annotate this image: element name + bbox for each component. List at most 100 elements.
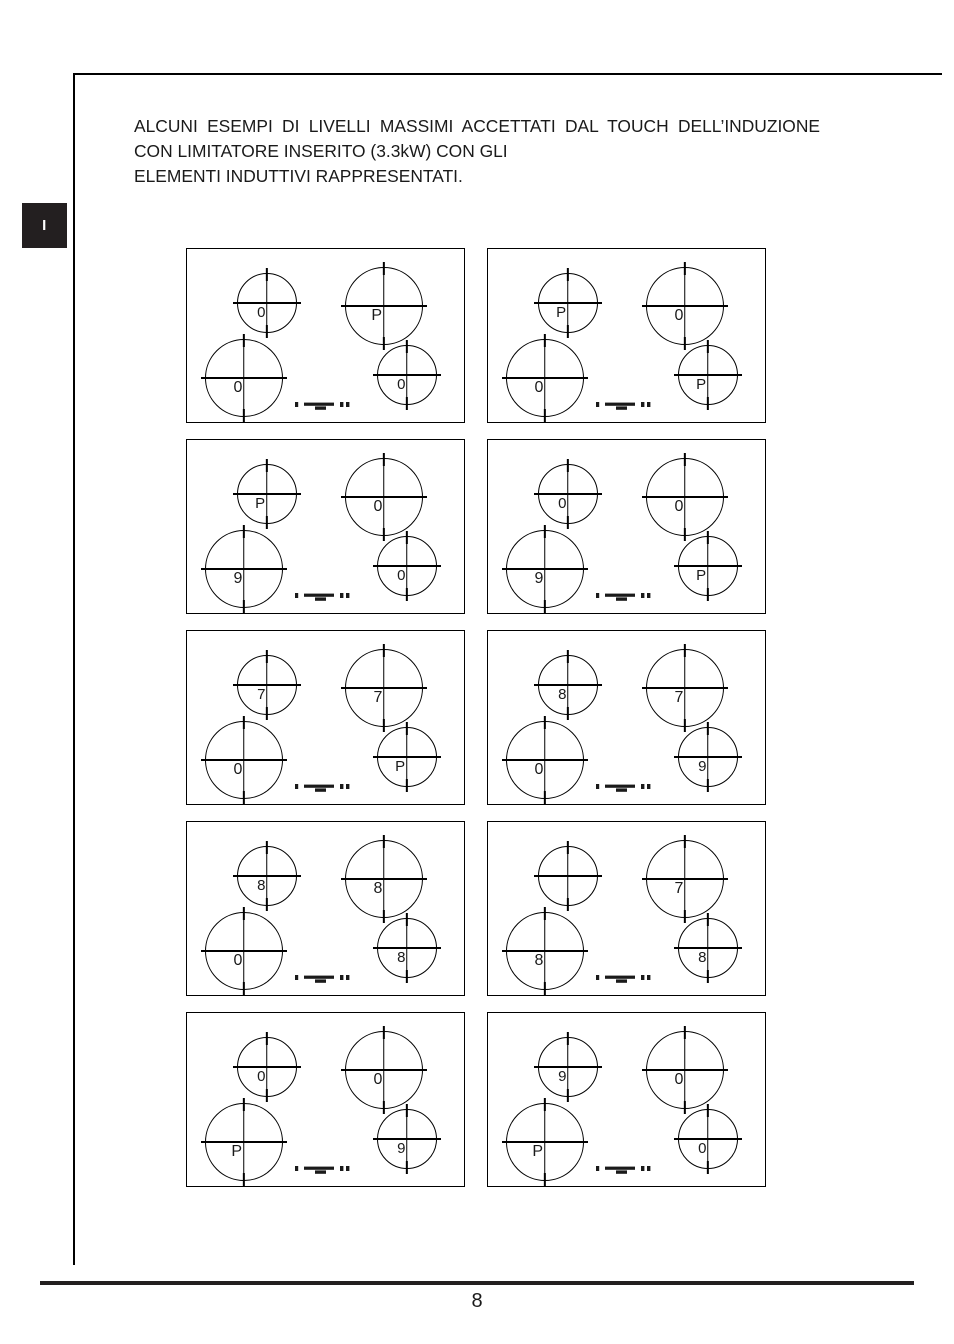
zone-tick-bottom <box>566 325 569 338</box>
zone-tick-bottom <box>242 409 245 422</box>
cooking-zone-bottom-right: 9 <box>674 722 742 792</box>
cooking-zone-bottom-left: P <box>201 1098 287 1186</box>
zone-tick-bottom <box>543 409 546 422</box>
zone-tick-bottom <box>405 970 408 983</box>
zone-tick-top <box>566 268 569 281</box>
zone-tick-bottom <box>566 898 569 911</box>
zone-tick-bottom <box>566 707 569 720</box>
zone-level-label: 0 <box>534 379 544 396</box>
touch-control-strip <box>294 591 357 604</box>
zone-tick-top <box>382 1026 385 1039</box>
zone-tick-bottom <box>706 1161 709 1174</box>
zone-tick-top <box>543 907 546 920</box>
zone-tick-top <box>706 340 709 353</box>
zone-level-label: 7 <box>257 686 266 703</box>
cooking-zone-bottom-left: 0 <box>502 716 588 804</box>
cooking-zone-top-left: P <box>534 268 602 338</box>
language-tab-label: I <box>42 217 47 234</box>
zone-tick-top <box>543 334 546 347</box>
zone-tick-top <box>265 650 268 663</box>
zone-tick-top <box>405 340 408 353</box>
zone-tick-top <box>566 650 569 663</box>
zone-tick-bottom <box>405 588 408 601</box>
hob-diagram-panel-10: 9 0 P 0 <box>487 1012 766 1187</box>
hob-example-row: 0 P 0 0 P 0 0 P <box>186 248 766 423</box>
heading-line-1: ALCUNI ESEMPI DI LIVELLI MASSIMI ACCETTA… <box>134 116 669 136</box>
cooking-zone-top-right: 0 <box>642 1026 728 1114</box>
cooking-zone-bottom-left: 0 <box>502 334 588 422</box>
language-tab: I <box>22 203 67 248</box>
zone-tick-top <box>566 1032 569 1045</box>
zone-tick-bottom <box>706 779 709 792</box>
cooking-zone-bottom-right: 0 <box>373 531 441 601</box>
cooking-zone-bottom-left: 0 <box>201 907 287 995</box>
touch-control-strip <box>595 782 658 795</box>
zone-level-label: 0 <box>397 376 406 393</box>
zone-level-label: 0 <box>233 952 243 969</box>
cooking-zone-top-right: 8 <box>341 835 427 923</box>
touch-control-strip <box>294 1164 357 1177</box>
hob-example-row: 8 8 0 8 7 8 8 <box>186 821 766 996</box>
zone-level-label: 9 <box>558 1068 567 1085</box>
hob-diagram-panel-5: 7 7 0 P <box>186 630 465 805</box>
zone-tick-top <box>242 525 245 538</box>
cooking-zone-top-left: 0 <box>233 268 301 338</box>
cooking-zone-top-right: 7 <box>642 644 728 732</box>
zone-level-label: P <box>395 758 406 775</box>
zone-tick-top <box>242 334 245 347</box>
touch-control-strip <box>294 973 357 986</box>
page-number: 8 <box>471 1290 483 1312</box>
cooking-zone-bottom-right: P <box>674 531 742 601</box>
zone-tick-top <box>706 531 709 544</box>
zone-level-label: 8 <box>397 949 406 966</box>
cooking-zone-top-left: 0 <box>233 1032 301 1102</box>
hob-example-grid: 0 P 0 0 P 0 0 P P 0 9 0 0 0 9 P 7 7 0 P 8 7 0 9 8 8 0 8 7 8 8 0 0 P 9 9 0 P 0 <box>186 248 766 1203</box>
cooking-zone-bottom-right: P <box>373 722 441 792</box>
cooking-zone-bottom-right: P <box>674 340 742 410</box>
hob-diagram-panel-4: 0 0 9 P <box>487 439 766 614</box>
cooking-zone-top-left: 7 <box>233 650 301 720</box>
zone-tick-top <box>242 716 245 729</box>
zone-level-label: 0 <box>373 498 383 515</box>
zone-level-label: 7 <box>373 689 383 706</box>
cooking-zone-top-right: 7 <box>642 835 728 923</box>
zone-tick-bottom <box>265 707 268 720</box>
zone-level-label: P <box>532 1143 544 1160</box>
zone-level-label: P <box>696 567 707 584</box>
hob-diagram-panel-7: 8 8 0 8 <box>186 821 465 996</box>
hob-diagram-panel-2: P 0 0 P <box>487 248 766 423</box>
zone-level-label: 0 <box>257 304 266 321</box>
zone-tick-top <box>242 907 245 920</box>
zone-tick-top <box>683 453 686 466</box>
zone-level-label: 0 <box>233 761 243 778</box>
page-title: ALCUNI ESEMPI DI LIVELLI MASSIMI ACCETTA… <box>134 114 820 189</box>
heading-line-3: ELEMENTI INDUTTIVI RAPPRESENTATI. <box>134 166 463 186</box>
zone-tick-top <box>265 841 268 854</box>
zone-tick-top <box>683 835 686 848</box>
zone-tick-bottom <box>566 1089 569 1102</box>
cooking-zone-top-left: P <box>233 459 301 529</box>
zone-tick-top <box>543 525 546 538</box>
zone-tick-bottom <box>405 397 408 410</box>
zone-tick-bottom <box>242 600 245 613</box>
zone-tick-top <box>242 1098 245 1111</box>
zone-tick-top <box>265 268 268 281</box>
zone-tick-top <box>265 459 268 472</box>
cooking-zone-top-right: 0 <box>341 453 427 541</box>
zone-level-label: 0 <box>233 379 243 396</box>
touch-control-strip <box>294 400 357 413</box>
zone-tick-top <box>405 1104 408 1117</box>
zone-tick-bottom <box>543 982 546 995</box>
zone-tick-bottom <box>265 516 268 529</box>
hob-diagram-panel-1: 0 P 0 0 <box>186 248 465 423</box>
cooking-zone-top-left: 8 <box>534 650 602 720</box>
zone-level-label: 9 <box>233 570 243 587</box>
cooking-zone-bottom-left: P <box>502 1098 588 1186</box>
touch-control-strip <box>595 400 658 413</box>
cooking-zone-bottom-right: 9 <box>373 1104 441 1174</box>
zone-level-label: 7 <box>674 689 684 706</box>
footer-rule <box>40 1281 914 1285</box>
cooking-zone-top-left: 8 <box>233 841 301 911</box>
zone-tick-top <box>543 716 546 729</box>
zone-tick-top <box>706 913 709 926</box>
